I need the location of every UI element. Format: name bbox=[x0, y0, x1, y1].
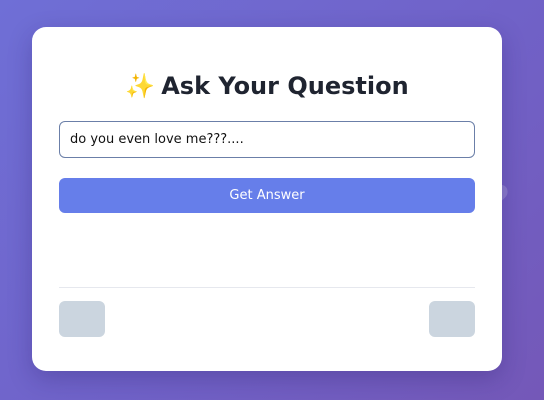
next-button[interactable] bbox=[429, 301, 475, 337]
question-input[interactable] bbox=[59, 121, 475, 158]
get-answer-button[interactable]: Get Answer bbox=[59, 178, 475, 213]
page-title: ✨ Ask Your Question bbox=[32, 71, 502, 101]
page-title-text: Ask Your Question bbox=[161, 72, 409, 100]
question-card: ✨Ask Your Question Get Answer bbox=[32, 27, 502, 371]
divider bbox=[59, 287, 475, 288]
previous-button[interactable] bbox=[59, 301, 105, 337]
sparkles-icon: ✨ bbox=[125, 72, 156, 100]
